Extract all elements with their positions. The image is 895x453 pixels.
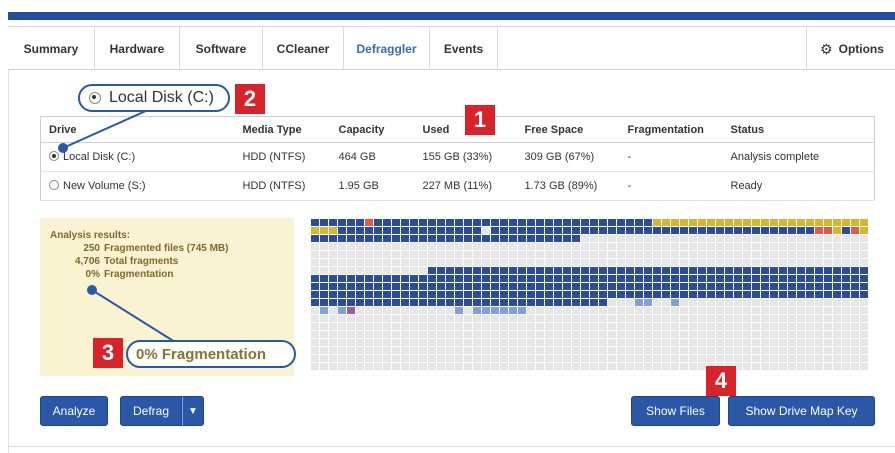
radio-icon	[89, 92, 101, 104]
drive-callout-label: Local Disk (C:)	[78, 84, 230, 112]
callout-dot-drive	[58, 143, 68, 153]
callout-line-fragmentation	[91, 289, 176, 343]
callout-number-2: 2	[235, 84, 265, 114]
callout-dot-fragmentation	[87, 285, 97, 295]
callout-line-drive	[62, 109, 149, 149]
callout-connectors	[58, 109, 176, 343]
drive-callout-text: Local Disk (C:)	[109, 89, 214, 106]
fragmentation-callout-label: 0% Fragmentation	[126, 340, 296, 368]
callout-number-4: 4	[706, 366, 736, 396]
callout-number-3: 3	[93, 338, 123, 368]
callout-number-1: 1	[465, 105, 495, 135]
fragmentation-callout-text: 0% Fragmentation	[136, 345, 267, 363]
